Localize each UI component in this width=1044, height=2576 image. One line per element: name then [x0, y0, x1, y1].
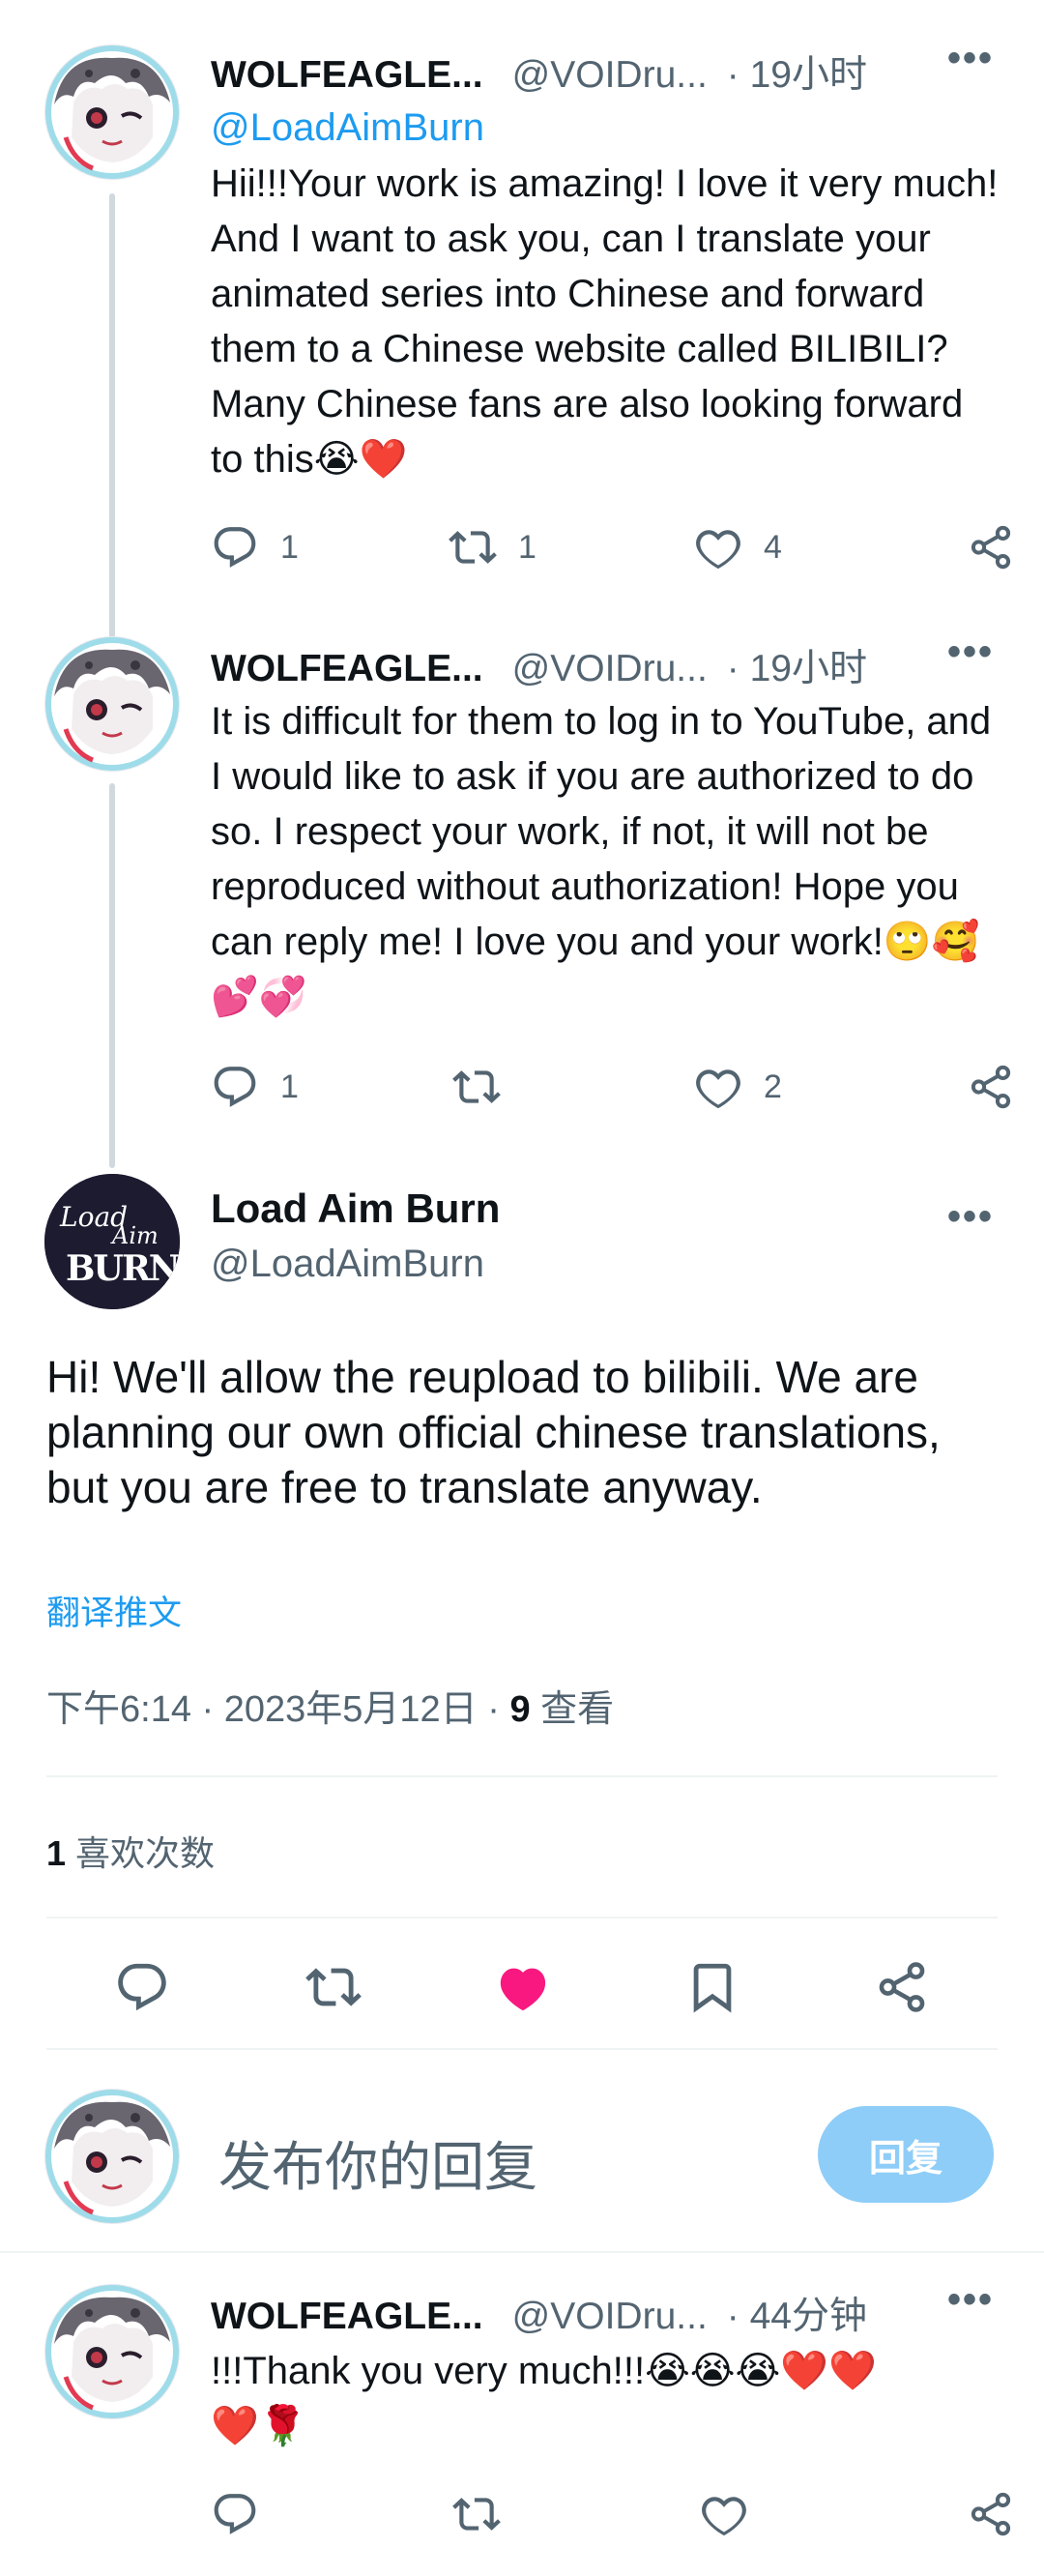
avatar[interactable]: [44, 44, 180, 180]
share-button[interactable]: [967, 1063, 1015, 1111]
main-tweet-actions: [0, 1953, 1044, 2021]
divider: [46, 1917, 998, 1918]
reply-button[interactable]: 1: [211, 1063, 299, 1111]
reply-to-handle[interactable]: @LoadAimBurn: [211, 106, 484, 150]
tweet-body: Hii!!!Your work is amazing! I love it ve…: [211, 162, 999, 481]
reply-count: 1: [280, 1068, 299, 1105]
retweet-button[interactable]: [300, 1953, 367, 2021]
author-handle[interactable]: @VOIDru...: [512, 54, 708, 97]
like-button[interactable]: [489, 1953, 557, 2021]
tweet-time[interactable]: · 19小时: [727, 638, 867, 692]
timestamp[interactable]: 下午6:14 · 2023年5月12日 ·: [46, 1689, 509, 1730]
tweet-header: WOLFEAGLE... @VOIDru... · 19小时: [211, 638, 867, 692]
like-count: 4: [764, 528, 782, 566]
share-icon: [967, 2490, 1015, 2538]
author-name[interactable]: WOLFEAGLE...: [211, 648, 483, 690]
retweet-icon: [305, 1959, 362, 2015]
tweet-text: It is difficult for them to log in to Yo…: [211, 694, 1003, 1025]
retweet-icon: [452, 1063, 501, 1111]
divider: [46, 2048, 998, 2050]
tweet-actions: 1 1 4: [211, 518, 1015, 576]
retweet-button[interactable]: [452, 1063, 501, 1111]
tweet-meta: 下午6:14 · 2023年5月12日 · 9 查看: [46, 1679, 614, 1732]
more-dots-icon[interactable]: •••: [947, 37, 994, 80]
divider: [46, 1775, 998, 1777]
views-count: 9: [509, 1689, 531, 1730]
reply-button[interactable]: [211, 2490, 259, 2538]
share-button[interactable]: [967, 2490, 1015, 2538]
tweet-body: !!!Thank you very much!!!: [211, 2350, 646, 2392]
reply-button[interactable]: [108, 1953, 176, 2021]
avatar-logo-text: Aim: [110, 1222, 159, 1249]
author-name[interactable]: WOLFEAGLE...: [211, 2296, 483, 2338]
more-dots-icon[interactable]: •••: [947, 1195, 994, 1239]
author-name[interactable]: WOLFEAGLE...: [211, 54, 483, 97]
tweet-text: Hii!!!Your work is amazing! I love it ve…: [211, 157, 1003, 487]
like-count: 2: [764, 1068, 782, 1105]
tweet-header: WOLFEAGLE... @VOIDru... · 44分钟: [211, 2286, 867, 2340]
retweet-icon: [449, 523, 497, 571]
emoji-group: 😭😭😭❤️❤️: [645, 2349, 877, 2393]
tweet-header: WOLFEAGLE... @VOIDru... · 19小时: [211, 44, 867, 99]
reply-submit-button[interactable]: 回复: [818, 2106, 994, 2203]
heart-filled-icon: [495, 1959, 551, 2015]
divider: [0, 2251, 1044, 2253]
more-dots-icon[interactable]: •••: [947, 2278, 994, 2322]
like-button[interactable]: [700, 2490, 748, 2538]
reply-input[interactable]: 发布你的回复: [218, 2123, 537, 2201]
heart-icon: [700, 2490, 748, 2538]
reply-button[interactable]: 1: [211, 523, 299, 571]
author-handle[interactable]: @VOIDru...: [512, 2296, 708, 2338]
avatar-logo-text: BURN: [66, 1248, 180, 1289]
main-avatar[interactable]: Load Aim BURN: [44, 1174, 180, 1309]
more-dots-icon[interactable]: •••: [947, 630, 994, 674]
bookmark-button[interactable]: [679, 1953, 746, 2021]
main-tweet-text: Hi! We'll allow the reupload to bilibili…: [46, 1352, 941, 1512]
likes-summary[interactable]: 1 喜欢次数: [46, 1826, 215, 1876]
reply-count: 1: [280, 528, 299, 566]
avatar[interactable]: [44, 636, 180, 772]
author-handle[interactable]: @LoadAimBurn: [211, 1243, 484, 1286]
thread-line: [109, 193, 115, 638]
tweet-actions: 1 2: [211, 1058, 1015, 1116]
like-button[interactable]: 4: [694, 523, 782, 571]
heart-icon: [694, 1063, 742, 1111]
like-button[interactable]: 2: [694, 1063, 782, 1111]
likes-label: 喜欢次数: [66, 1833, 216, 1873]
retweet-count: 1: [518, 528, 536, 566]
bookmark-icon: [684, 1959, 740, 2015]
avatar[interactable]: [44, 2284, 180, 2419]
avatar[interactable]: [44, 2089, 180, 2224]
translate-link[interactable]: 翻译推文: [46, 1586, 182, 1635]
author-name[interactable]: Load Aim Burn: [211, 1186, 500, 1232]
reply-bubble-icon: [211, 523, 259, 571]
views-label: 查看: [530, 1689, 615, 1730]
emoji-group: ❤️🌹: [211, 2404, 307, 2448]
share-icon: [967, 1063, 1015, 1111]
thread-line: [109, 783, 115, 1168]
share-button[interactable]: [967, 523, 1015, 571]
tweet-time[interactable]: · 19小时: [727, 44, 867, 99]
reply-bubble-icon: [114, 1959, 170, 2015]
reply-bubble-icon: [211, 2490, 259, 2538]
tweet-body: It is difficult for them to log in to Yo…: [211, 700, 992, 963]
share-icon: [967, 523, 1015, 571]
share-icon: [874, 1959, 930, 2015]
tweet-time[interactable]: · 44分钟: [727, 2286, 867, 2340]
share-button[interactable]: [868, 1953, 936, 2021]
emoji-group: 😭❤️: [313, 437, 408, 482]
tweet-actions: [211, 2485, 1015, 2543]
retweet-icon: [452, 2490, 501, 2538]
likes-count: 1: [46, 1833, 67, 1873]
retweet-button[interactable]: 1: [449, 523, 536, 571]
retweet-button[interactable]: [452, 2490, 501, 2538]
author-handle[interactable]: @VOIDru...: [512, 648, 708, 690]
heart-icon: [694, 523, 742, 571]
tweet-text: !!!Thank you very much!!!😭😭😭❤️❤️ ❤️🌹: [211, 2344, 1003, 2454]
reply-bubble-icon: [211, 1063, 259, 1111]
